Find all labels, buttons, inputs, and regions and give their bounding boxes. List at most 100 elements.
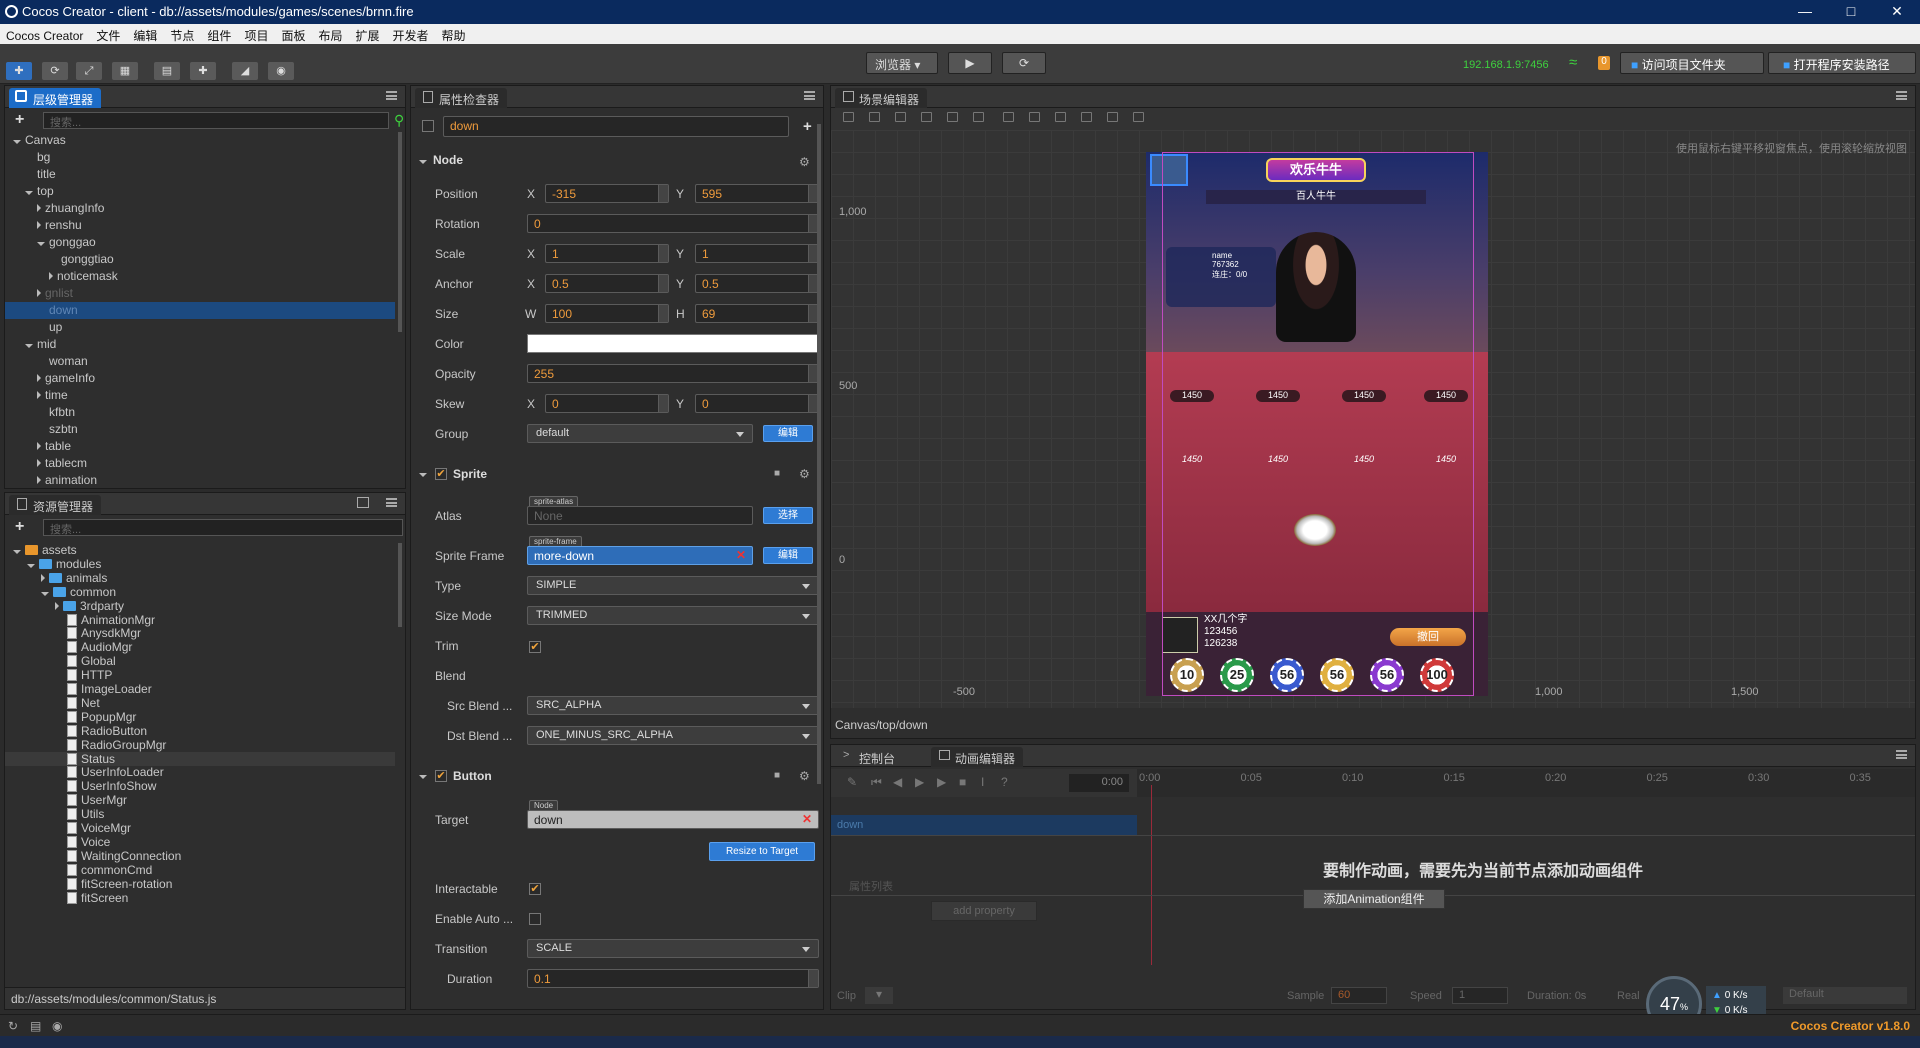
help-icon[interactable]: ? [1001,775,1008,789]
asset-item[interactable]: fitScreen [5,891,395,905]
resize-to-target-button[interactable]: Resize to Target [709,842,815,861]
tree-node[interactable]: mid [5,336,395,353]
timeline-ruler[interactable]: 0:00 0:05 0:10 0:15 0:20 0:25 0:30 0:35 [1137,769,1915,797]
position-y-input[interactable]: 595 [695,184,819,203]
distribute-bottom-icon[interactable] [1055,112,1066,122]
skew-x-input[interactable]: 0 [545,394,669,413]
clear-icon[interactable]: ✕ [802,812,812,826]
maximize-icon[interactable]: □ [1828,0,1874,24]
size-mode-select[interactable]: TRIMMED [527,606,819,625]
jump-first-icon[interactable]: ⏮ [871,775,882,790]
menu-item[interactable]: 节点 [164,24,201,44]
size-h-input[interactable]: 69 [695,304,819,323]
spinner-icon[interactable] [658,305,668,322]
node-active-checkbox[interactable] [422,120,434,132]
tree-node[interactable]: bg [5,149,395,166]
asset-item[interactable]: Status [5,751,395,766]
gear-icon[interactable]: ⚙ [799,155,810,169]
expand-down-icon[interactable] [13,550,21,554]
interactable-checkbox[interactable]: ✔ [529,883,541,895]
clear-icon[interactable]: ✕ [736,548,746,562]
expand-right-icon[interactable] [37,204,41,212]
open-install-path-button[interactable]: ■ 打开程序安装路径 [1768,52,1916,74]
move-tool-icon[interactable]: ✚ [6,62,32,80]
assets-search-input[interactable]: 搜索... [43,519,403,536]
hierarchy-search-input[interactable]: 搜索... [43,112,389,129]
tree-node[interactable]: woman [5,353,395,370]
distribute-right-icon[interactable] [1133,112,1144,122]
asset-item[interactable]: assets [5,543,395,557]
menu-item[interactable]: 开发者 [387,24,436,44]
align-vcenter-icon[interactable] [869,112,880,122]
eye-icon[interactable]: ◉ [52,1019,62,1033]
expand-down-icon[interactable] [37,242,45,246]
panel-menu-icon[interactable] [804,91,815,100]
menu-item[interactable]: 组件 [201,24,238,44]
tree-node[interactable]: noticemask [5,268,395,285]
add-component-icon[interactable]: + [803,118,812,135]
align-top-icon[interactable] [843,112,854,122]
asset-item[interactable]: RadioGroupMgr [5,738,395,752]
distribute-vcenter-icon[interactable] [1029,112,1040,122]
stop-icon[interactable]: ■ [959,775,966,789]
align-right-icon[interactable] [973,112,984,122]
platform-select[interactable]: 浏览器 ▾ [866,52,938,74]
menu-item[interactable]: 帮助 [436,24,473,44]
distribute-hcenter-icon[interactable] [1107,112,1118,122]
skew-y-input[interactable]: 0 [695,394,819,413]
snap-icon[interactable]: ◢ [232,62,258,80]
tree-node[interactable]: table [5,438,395,455]
expand-right-icon[interactable] [37,391,41,399]
node-name-input[interactable]: down [443,116,789,137]
expand-down-icon[interactable] [13,140,21,144]
target-input[interactable]: down ✕ [527,810,819,829]
panel-menu-icon[interactable] [386,498,397,507]
prev-frame-icon[interactable]: ◀ [893,775,902,789]
menu-item[interactable]: 布局 [312,24,349,44]
tree-node[interactable]: gonggtiao [5,251,395,268]
anchor-x-input[interactable]: 0.5 [545,274,669,293]
color-swatch[interactable] [527,334,819,353]
scrollbar[interactable] [398,543,402,627]
anim-node-row[interactable]: down [831,815,1137,835]
expand-down-icon[interactable] [25,344,33,348]
menu-item[interactable]: 项目 [238,24,275,44]
tree-node[interactable]: zhuangInfo [5,200,395,217]
tree-node[interactable]: renshu [5,217,395,234]
tree-node[interactable]: title [5,166,395,183]
asset-item[interactable]: 3rdparty [5,599,395,613]
tree-node[interactable]: up [5,319,395,336]
menu-item[interactable]: Cocos Creator [0,26,90,43]
refresh-button[interactable]: ⟳ [1002,52,1046,74]
play-icon[interactable]: ▶ [915,775,924,789]
close-icon[interactable]: ✕ [1874,0,1920,24]
gear-icon[interactable]: ⚙ [799,467,810,481]
pivot-mode-icon[interactable]: ▤ [154,62,180,80]
next-frame-icon[interactable]: ▶ [937,775,946,789]
spinner-icon[interactable] [808,970,818,987]
rect-tool-icon[interactable]: ▦ [112,62,138,80]
coordinate-mode-icon[interactable]: ✚ [190,62,216,80]
align-hcenter-icon[interactable] [947,112,958,122]
tree-node[interactable]: down [5,302,395,319]
align-left-icon[interactable] [921,112,932,122]
sprite-frame-edit-button[interactable]: 编辑 [763,547,813,564]
asset-item[interactable]: UserInfoLoader [5,765,395,779]
tree-node[interactable]: gonggao [5,234,395,251]
asset-item[interactable]: Global [5,654,395,668]
menu-item[interactable]: 面板 [275,24,312,44]
sprite-enabled-checkbox[interactable]: ✔ [435,468,447,480]
tree-node[interactable]: kfbtn [5,404,395,421]
wrap-mode-select[interactable]: Default [1783,987,1907,1004]
expand-right-icon[interactable] [37,476,41,484]
spinner-icon[interactable] [658,395,668,412]
popout-icon[interactable] [357,497,369,508]
rotate-tool-icon[interactable]: ⟳ [42,62,68,80]
open-project-folder-button[interactable]: ■ 访问项目文件夹 [1620,52,1764,74]
asset-item[interactable]: animals [5,571,395,585]
tree-node[interactable]: animation [5,472,395,486]
expand-down-icon[interactable] [27,563,35,568]
asset-item[interactable]: fitScreen-rotation [5,877,395,891]
expand-right-icon[interactable] [37,459,41,467]
asset-item[interactable]: Utils [5,807,395,821]
